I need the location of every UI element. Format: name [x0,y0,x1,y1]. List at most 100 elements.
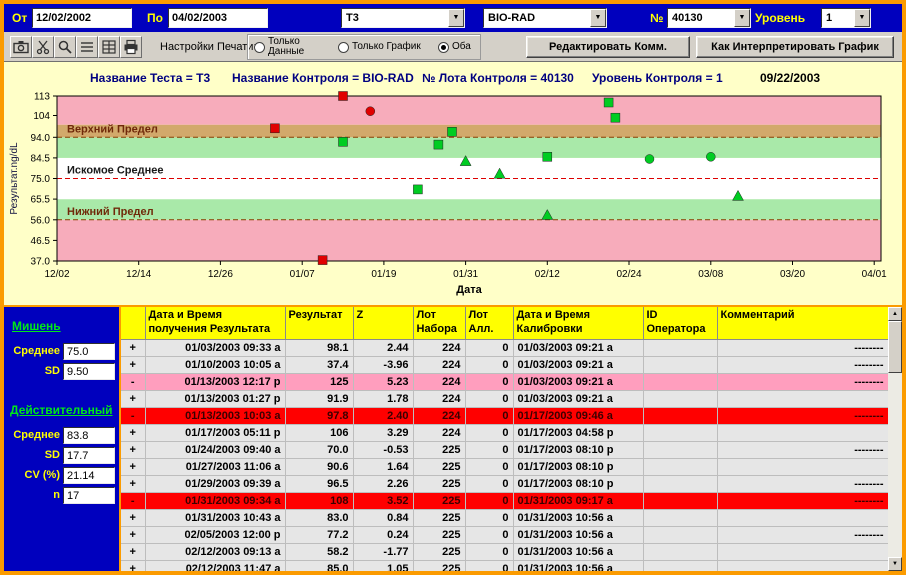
actual-header[interactable]: Действительный [10,403,112,417]
edit-comment-button[interactable]: Редактировать Комм. [526,36,690,58]
cell-flag: + [121,458,145,475]
table-row[interactable]: -01/31/2003 09:34 a1083.52225001/31/2003… [121,492,888,509]
camera-icon[interactable] [10,36,32,58]
col-header-2[interactable]: Результат [285,307,353,339]
table-row[interactable]: -01/13/2003 10:03 a97.82.40224001/17/200… [121,407,888,424]
cell-all_lot: 0 [465,509,513,526]
cell-datetime: 01/10/2003 10:05 a [145,356,285,373]
chevron-down-icon[interactable]: ▼ [734,9,750,27]
table-row[interactable]: +01/13/2003 01:27 p91.91.78224001/03/200… [121,390,888,407]
svg-text:01/31: 01/31 [453,269,478,280]
cell-datetime: 01/13/2003 01:27 p [145,390,285,407]
scroll-up-icon[interactable]: ▲ [888,307,902,321]
cell-all_lot: 0 [465,543,513,560]
list-icon[interactable] [76,36,98,58]
cell-kit_lot: 225 [413,526,465,543]
target-sd-label: SD [4,365,60,377]
table-row[interactable]: -01/13/2003 12:17 p1255.23224001/03/2003… [121,373,888,390]
level-select[interactable]: 1 ▼ [821,8,871,28]
cell-flag: + [121,339,145,356]
scroll-down-icon[interactable]: ▼ [888,557,902,571]
svg-text:01/07: 01/07 [290,269,315,280]
col-header-0[interactable] [121,307,145,339]
svg-text:84.5: 84.5 [31,153,51,164]
radio-icon [254,42,265,53]
control-select[interactable]: BIO-RAD ▼ [483,8,607,28]
print-settings-label: Настройки Печати: [160,41,257,53]
table-row[interactable]: +01/27/2003 11:06 a90.61.64225001/17/200… [121,458,888,475]
cell-operator [643,424,717,441]
table-row[interactable]: +01/31/2003 10:43 a83.00.84225001/31/200… [121,509,888,526]
target-header[interactable]: Мишень [12,319,61,333]
cell-cal_datetime: 01/03/2003 09:21 a [513,390,643,407]
grid-icon[interactable] [98,36,120,58]
cell-operator [643,526,717,543]
cell-datetime: 01/24/2003 09:40 a [145,441,285,458]
col-header-8[interactable]: Комментарий [717,307,888,339]
cell-comment: -------- [717,526,888,543]
table-row[interactable]: +01/10/2003 10:05 a37.4-3.96224001/03/20… [121,356,888,373]
cell-z: -1.77 [353,543,413,560]
cell-z: 0.24 [353,526,413,543]
cut-icon[interactable] [32,36,54,58]
table-row[interactable]: +01/17/2003 05:11 p1063.29224001/17/2003… [121,424,888,441]
col-header-3[interactable]: Z [353,307,413,339]
table-row[interactable]: +02/05/2003 12:00 p77.20.24225001/31/200… [121,526,888,543]
svg-text:Нижний Предел: Нижний Предел [67,206,154,218]
from-date-input[interactable] [32,8,132,28]
table-scrollbar[interactable]: ▲ ▼ [888,307,902,571]
cell-cal_datetime: 01/17/2003 08:10 p [513,458,643,475]
cell-comment: -------- [717,407,888,424]
cell-cal_datetime: 01/31/2003 09:17 a [513,492,643,509]
cell-result: 108 [285,492,353,509]
cell-kit_lot: 224 [413,407,465,424]
cell-cal_datetime: 01/31/2003 10:56 a [513,560,643,571]
col-header-4[interactable]: Лот Набора [413,307,465,339]
svg-text:02/12: 02/12 [535,269,560,280]
actual-mean-value[interactable]: 83.8 [63,427,115,444]
cell-operator [643,407,717,424]
table-row[interactable]: +02/12/2003 11:47 a85.01.05225001/31/200… [121,560,888,571]
table-row[interactable]: +01/24/2003 09:40 a70.0-0.53225001/17/20… [121,441,888,458]
radio-both[interactable]: Оба [438,35,471,59]
table-row[interactable]: +01/29/2003 09:39 a96.52.26225001/17/200… [121,475,888,492]
svg-text:56.0: 56.0 [31,215,51,226]
cell-comment [717,509,888,526]
levey-jennings-chart: Верхний ПределИскомое СреднееНижний Пред… [4,62,902,304]
cv-label: CV (%) [4,469,60,481]
cell-datetime: 01/03/2003 09:33 a [145,339,285,356]
col-header-1[interactable]: Дата и Время получения Результата [145,307,285,339]
cell-datetime: 02/12/2003 11:47 a [145,560,285,571]
scrollbar-thumb[interactable] [888,321,902,373]
cell-comment: -------- [717,475,888,492]
cell-cal_datetime: 01/03/2003 09:21 a [513,373,643,390]
to-date-input[interactable] [168,8,268,28]
zoom-icon[interactable] [54,36,76,58]
cell-datetime: 01/13/2003 10:03 a [145,407,285,424]
actual-sd-value[interactable]: 17.7 [63,447,115,464]
cell-cal_datetime: 01/03/2003 09:21 a [513,356,643,373]
interpret-chart-button[interactable]: Как Интерпретировать График [696,36,894,58]
cell-operator [643,492,717,509]
table-row[interactable]: +02/12/2003 09:13 a58.2-1.77225001/31/20… [121,543,888,560]
cell-datetime: 02/05/2003 12:00 p [145,526,285,543]
chevron-down-icon[interactable]: ▼ [448,9,464,27]
chevron-down-icon[interactable]: ▼ [854,9,870,27]
target-mean-value[interactable]: 75.0 [63,343,115,360]
table-row[interactable]: +01/03/2003 09:33 a98.12.44224001/03/200… [121,339,888,356]
n-value[interactable]: 17 [63,487,115,504]
target-sd-value[interactable]: 9.50 [63,363,115,380]
cv-value[interactable]: 21.14 [63,467,115,484]
test-select[interactable]: T3 ▼ [341,8,465,28]
col-header-5[interactable]: Лот Алл. [465,307,513,339]
cell-datetime: 02/12/2003 09:13 a [145,543,285,560]
cell-operator [643,509,717,526]
col-header-7[interactable]: ID Оператора [643,307,717,339]
level-label: Уровень [755,11,805,25]
radio-only-data[interactable]: Только Данные [254,35,314,59]
print-icon[interactable] [120,36,142,58]
radio-only-chart[interactable]: Только График [338,35,428,59]
col-header-6[interactable]: Дата и Время Калибровки [513,307,643,339]
chevron-down-icon[interactable]: ▼ [590,9,606,27]
lot-select[interactable]: 40130 ▼ [667,8,751,28]
